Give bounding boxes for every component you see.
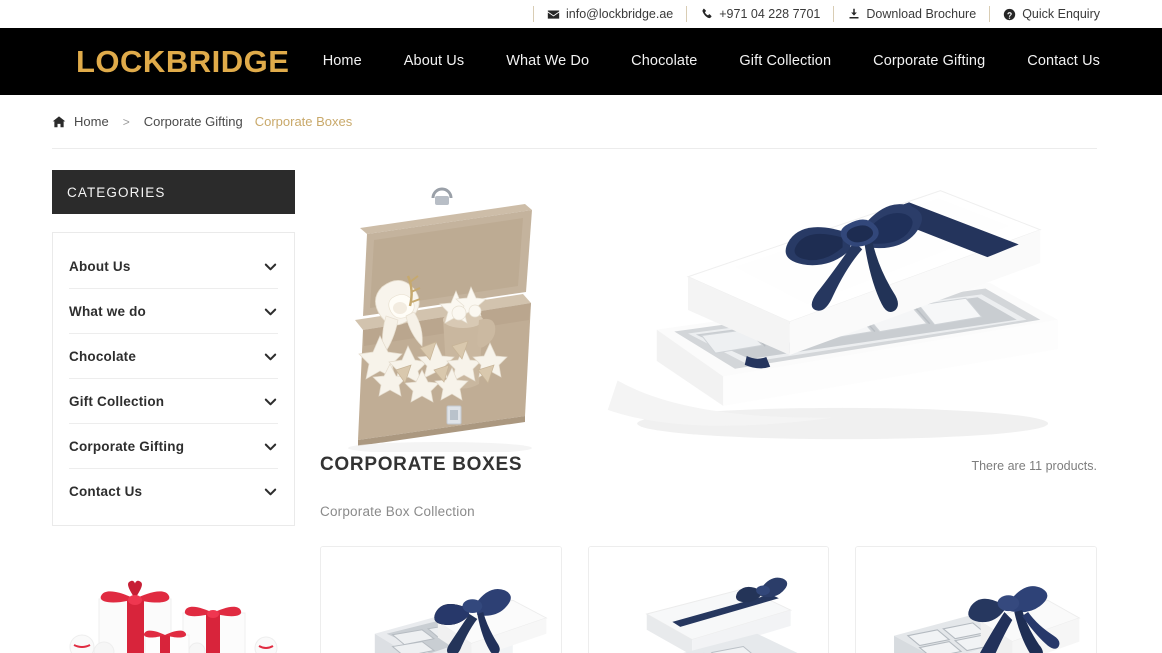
product-count: There are 11 products.: [971, 459, 1097, 473]
category-description: Corporate Box Collection: [320, 504, 475, 519]
question-circle-icon: [1003, 8, 1016, 21]
sidebar-promo-banner[interactable]: [52, 547, 295, 653]
topbar-email-label: info@lockbridge.ae: [566, 6, 674, 21]
chevron-down-icon[interactable]: [262, 258, 278, 274]
breadcrumb-separator: >: [122, 114, 130, 129]
topbar-item-email[interactable]: info@lockbridge.ae: [533, 6, 686, 22]
download-icon: [847, 8, 860, 21]
page-title: CORPORATE BOXES: [320, 454, 523, 475]
sidebar-item-label: What we do: [69, 303, 146, 319]
main-content: CORPORATE BOXES There are 11 products. C…: [320, 170, 1098, 653]
categories-list: About Us What we do Chocolate Gift Colle…: [52, 232, 295, 526]
breadcrumb-current: Corporate Boxes: [254, 114, 353, 129]
topbar-phone-label: +971 04 228 7701: [719, 6, 821, 21]
breadcrumb: Home > Corporate Gifting Corporate Boxes: [52, 95, 1100, 148]
home-icon: [52, 115, 66, 129]
product-card[interactable]: [855, 546, 1098, 653]
hero-image-row: [320, 170, 1097, 452]
breadcrumb-wrapper: Home > Corporate Gifting Corporate Boxes: [0, 95, 1162, 148]
sidebar-item-about-us[interactable]: About Us: [69, 244, 278, 289]
site-logo[interactable]: LOCKBRIDGE: [76, 46, 289, 77]
chevron-down-icon[interactable]: [262, 303, 278, 319]
top-utility-bar: info@lockbridge.ae +971 04 228 7701 Down…: [0, 0, 1162, 28]
sidebar-item-gift-collection[interactable]: Gift Collection: [69, 379, 278, 424]
sidebar-item-label: Chocolate: [69, 348, 137, 364]
topbar-item-brochure[interactable]: Download Brochure: [833, 6, 989, 22]
sidebar-item-label: About Us: [69, 258, 131, 274]
sidebar-item-label: Corporate Gifting: [69, 438, 185, 454]
nav-item-chocolate[interactable]: Chocolate: [610, 54, 718, 69]
site-header: LOCKBRIDGE Home About Us What We Do Choc…: [0, 28, 1162, 95]
top-utility-list: info@lockbridge.ae +971 04 228 7701 Down…: [533, 6, 1100, 22]
breadcrumb-home[interactable]: Home: [74, 114, 109, 129]
product-card[interactable]: [320, 546, 562, 653]
nav-item-contact-us[interactable]: Contact Us: [1006, 54, 1100, 69]
breadcrumb-corporate-gifting[interactable]: Corporate Gifting: [144, 114, 243, 129]
topbar-item-enquiry[interactable]: Quick Enquiry: [989, 6, 1100, 22]
hero-image-beige-box[interactable]: [320, 170, 598, 452]
sidebar-item-chocolate[interactable]: Chocolate: [69, 334, 278, 379]
nav-item-home[interactable]: Home: [302, 54, 383, 69]
sidebar-item-what-we-do[interactable]: What we do: [69, 289, 278, 334]
categories-header: CATEGORIES: [52, 170, 295, 214]
sidebar-item-label: Gift Collection: [69, 393, 165, 409]
envelope-icon: [547, 8, 560, 21]
sidebar-item-label: Contact Us: [69, 484, 143, 499]
product-card[interactable]: [587, 546, 830, 653]
sidebar: CATEGORIES About Us What we do Chocolate: [52, 170, 295, 653]
page-body: CATEGORIES About Us What we do Chocolate: [0, 149, 1162, 653]
chevron-down-icon[interactable]: [262, 484, 278, 500]
nav-item-gift-collection[interactable]: Gift Collection: [718, 54, 852, 69]
nav-item-corporate-gifting[interactable]: Corporate Gifting: [852, 54, 1006, 69]
topbar-brochure-label: Download Brochure: [866, 6, 977, 21]
topbar-item-phone[interactable]: +971 04 228 7701: [686, 6, 833, 22]
chevron-down-icon[interactable]: [262, 393, 278, 409]
category-title-row: CORPORATE BOXES There are 11 products.: [320, 454, 1097, 476]
nav-item-what-we-do[interactable]: What We Do: [485, 54, 610, 69]
product-grid: [320, 546, 1098, 653]
sidebar-item-contact-us[interactable]: Contact Us: [69, 469, 278, 514]
chevron-down-icon[interactable]: [262, 438, 278, 454]
main-navigation: Home About Us What We Do Chocolate Gift …: [302, 54, 1100, 69]
topbar-enquiry-label: Quick Enquiry: [1022, 6, 1100, 21]
phone-icon: [700, 8, 713, 21]
hero-image-silver-ribbon-box[interactable]: [598, 170, 1097, 452]
sidebar-item-corporate-gifting[interactable]: Corporate Gifting: [69, 424, 278, 469]
nav-item-about-us[interactable]: About Us: [383, 54, 485, 69]
chevron-down-icon[interactable]: [262, 348, 278, 364]
